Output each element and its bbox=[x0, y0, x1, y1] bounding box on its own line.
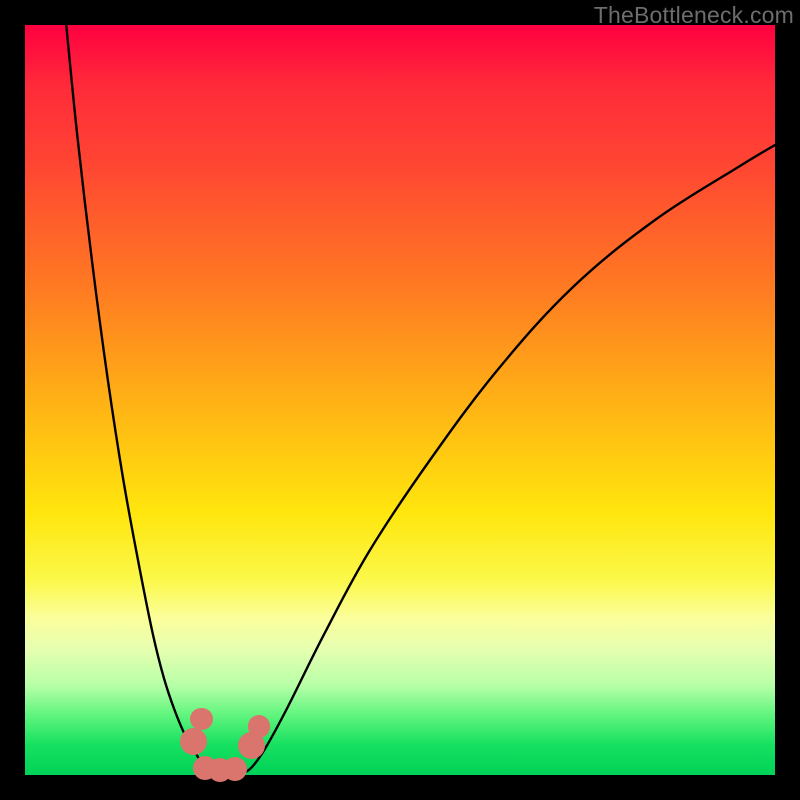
chart-frame: TheBottleneck.com bbox=[0, 0, 800, 800]
dot-left-high bbox=[190, 708, 213, 731]
dot-left-low bbox=[180, 728, 207, 755]
bottleneck-curve bbox=[66, 25, 775, 774]
curve-svg bbox=[25, 25, 775, 775]
dot-floor-c bbox=[223, 757, 247, 781]
plot-area bbox=[25, 25, 775, 775]
dot-right-high bbox=[248, 715, 271, 738]
